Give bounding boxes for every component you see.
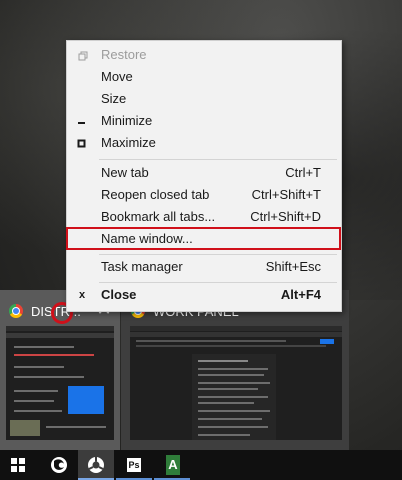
minimize-icon xyxy=(76,110,90,132)
menu-item-move[interactable]: Move xyxy=(67,66,341,88)
menu-item-restore: Restore xyxy=(67,44,341,66)
menu-item-label: Move xyxy=(101,69,133,84)
menu-item-size[interactable]: Size xyxy=(67,88,341,110)
taskbar: Ps A xyxy=(0,450,402,480)
firefox-icon xyxy=(50,456,68,479)
chrome-icon xyxy=(87,456,105,479)
menu-item-shortcut: Ctrl+Shift+T xyxy=(251,187,321,202)
menu-item-task-manager[interactable]: Task manager Shift+Esc xyxy=(67,256,341,278)
menu-item-maximize[interactable]: Maximize xyxy=(67,132,341,154)
taskbar-firefox[interactable] xyxy=(40,450,76,480)
menu-separator xyxy=(99,159,337,160)
maximize-icon xyxy=(76,132,90,154)
preview-thumbnail xyxy=(6,326,114,440)
menu-item-shortcut: Alt+F4 xyxy=(280,287,321,302)
menu-item-shortcut: Ctrl+Shift+D xyxy=(250,209,321,224)
restore-icon xyxy=(76,44,90,66)
menu-item-shortcut: Ctrl+T xyxy=(285,165,321,180)
name-window-highlight xyxy=(66,227,341,250)
menu-item-close[interactable]: x Close Alt+F4 xyxy=(67,284,341,306)
menu-item-label: Size xyxy=(101,91,127,106)
menu-item-label: New tab xyxy=(101,165,149,180)
menu-item-label: Task manager xyxy=(101,259,183,274)
windows-logo-icon xyxy=(11,458,25,472)
menu-item-reopen-closed-tab[interactable]: Reopen closed tab Ctrl+Shift+T xyxy=(67,184,341,206)
preview-window-1[interactable]: DISTR... ✕ xyxy=(0,290,120,450)
taskbar-app-a[interactable]: A xyxy=(154,450,190,480)
menu-item-bookmark-all-tabs[interactable]: Bookmark all tabs... Ctrl+Shift+D xyxy=(67,206,341,228)
menu-item-shortcut: Shift+Esc xyxy=(265,259,321,274)
taskbar-photoshop[interactable]: Ps xyxy=(116,450,152,480)
menu-item-minimize[interactable]: Minimize xyxy=(67,110,341,132)
menu-separator xyxy=(99,254,337,255)
menu-item-label: Minimize xyxy=(101,113,153,128)
menu-item-label: Maximize xyxy=(101,135,156,150)
menu-item-label: Reopen closed tab xyxy=(101,187,210,202)
close-x-icon: x xyxy=(79,289,86,301)
chrome-icon xyxy=(9,304,23,318)
menu-separator xyxy=(99,282,337,283)
taskbar-previews: DISTR... ✕ WORK PANEL xyxy=(0,290,402,450)
menu-item-new-tab[interactable]: New tab Ctrl+T xyxy=(67,162,341,184)
menu-item-label: Restore xyxy=(101,47,147,62)
photoshop-icon: Ps xyxy=(127,458,141,472)
window-context-menu: Restore Move Size Minimize Maximize New … xyxy=(66,40,342,312)
a-app-icon: A xyxy=(166,455,180,475)
taskbar-chrome[interactable] xyxy=(78,450,114,480)
menu-item-label: Close xyxy=(101,287,137,302)
menu-item-label: Bookmark all tabs... xyxy=(101,209,216,224)
preview-thumbnail xyxy=(130,326,342,440)
start-button[interactable] xyxy=(0,450,36,480)
